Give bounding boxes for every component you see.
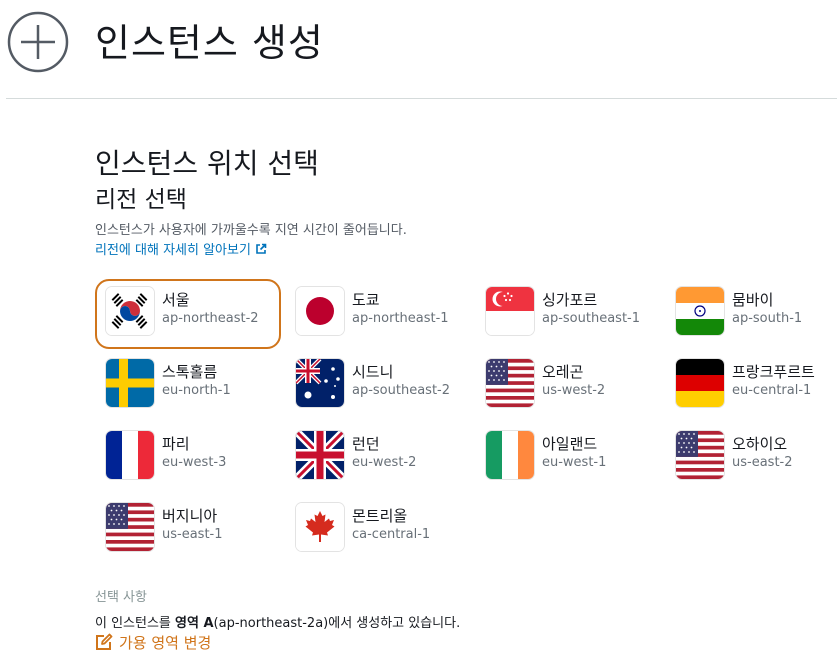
- learn-more-label: 리전에 대해 자세히 알아보기: [95, 243, 251, 258]
- selected-zone: 영역 A: [175, 616, 214, 631]
- region-code: ap-south-1: [732, 311, 803, 326]
- sweden-flag-icon: [106, 359, 154, 407]
- region-frankfurt[interactable]: 프랑크푸르트 eu-central-1: [676, 359, 837, 421]
- selection-suffix: (ap-northeast-2a)에서 생성하고 있습니다.: [213, 616, 461, 631]
- region-code: eu-west-3: [162, 455, 227, 470]
- edit-icon: [96, 633, 113, 650]
- region-montreal[interactable]: 몬트리올 ca-central-1: [296, 503, 481, 565]
- region-code: eu-north-1: [162, 383, 231, 398]
- region-name: 오하이오: [732, 435, 788, 453]
- selection-summary: 이 인스턴스를 영역 A(ap-northeast-2a)에서 생성하고 있습니…: [95, 612, 460, 631]
- region-virginia[interactable]: 버지니아 us-east-1: [106, 503, 291, 565]
- uk-flag-icon: [296, 431, 344, 479]
- ireland-flag-icon: [486, 431, 534, 479]
- korea-flag-icon: [106, 287, 154, 335]
- page-title: 인스턴스 생성: [95, 21, 324, 65]
- region-singapore[interactable]: 싱가포르 ap-southeast-1: [486, 287, 671, 349]
- region-code: ap-northeast-2: [162, 311, 259, 326]
- germany-flag-icon: [676, 359, 724, 407]
- learn-more-link[interactable]: 리전에 대해 자세히 알아보기: [95, 239, 267, 258]
- region-name: 뭄바이: [732, 291, 774, 309]
- region-name: 런던: [352, 435, 380, 453]
- change-availability-zone-link[interactable]: 가용 영역 변경: [95, 632, 211, 653]
- region-code: us-east-2: [732, 455, 793, 470]
- page-header: 인스턴스 생성: [0, 0, 837, 99]
- region-name: 시드니: [352, 363, 394, 381]
- selection-label: 선택 사항: [95, 590, 147, 605]
- usa-flag-icon: [106, 503, 154, 551]
- region-name: 서울: [162, 291, 190, 309]
- region-mumbai[interactable]: 뭄바이 ap-south-1: [676, 287, 837, 349]
- region-ireland[interactable]: 아일랜드 eu-west-1: [486, 431, 671, 493]
- region-code: ap-northeast-1: [352, 311, 449, 326]
- region-description: 인스턴스가 사용자에 가까울수록 지연 시간이 줄어듭니다.: [95, 223, 407, 238]
- region-oregon[interactable]: 오레곤 us-west-2: [486, 359, 671, 421]
- usa-flag-icon: [676, 431, 724, 479]
- japan-flag-icon: [296, 287, 344, 335]
- region-code: ca-central-1: [352, 527, 431, 542]
- region-name: 오레곤: [542, 363, 584, 381]
- region-subtitle: 리전 선택: [95, 187, 187, 213]
- usa-flag-icon: [486, 359, 534, 407]
- region-london[interactable]: 런던 eu-west-2: [296, 431, 481, 493]
- region-name: 도쿄: [352, 291, 380, 309]
- header-divider: [6, 98, 837, 99]
- region-name: 싱가포르: [542, 291, 598, 309]
- region-tokyo[interactable]: 도쿄 ap-northeast-1: [296, 287, 481, 349]
- region-code: eu-west-2: [352, 455, 417, 470]
- region-paris[interactable]: 파리 eu-west-3: [106, 431, 291, 493]
- region-code: us-west-2: [542, 383, 606, 398]
- region-code: us-east-1: [162, 527, 223, 542]
- india-flag-icon: [676, 287, 724, 335]
- region-name: 버지니아: [162, 507, 218, 525]
- section-title: 인스턴스 위치 선택: [95, 147, 319, 180]
- singapore-flag-icon: [486, 287, 534, 335]
- region-code: ap-southeast-1: [542, 311, 641, 326]
- region-seoul[interactable]: 서울 ap-northeast-2: [95, 279, 291, 349]
- region-ohio[interactable]: 오하이오 us-east-2: [676, 431, 837, 493]
- selection-prefix: 이 인스턴스를: [95, 616, 176, 631]
- region-name: 파리: [162, 435, 190, 453]
- region-name: 아일랜드: [542, 435, 598, 453]
- region-sydney[interactable]: 시드니 ap-southeast-2: [296, 359, 481, 421]
- region-name: 몬트리올: [352, 507, 408, 525]
- region-name: 스톡홀름: [162, 363, 218, 381]
- region-name: 프랑크푸르트: [732, 363, 815, 381]
- region-code: eu-central-1: [732, 383, 812, 398]
- plus-circle-icon: [7, 11, 69, 73]
- region-code: eu-west-1: [542, 455, 607, 470]
- region-code: ap-southeast-2: [352, 383, 451, 398]
- canada-flag-icon: [296, 503, 344, 551]
- region-stockholm[interactable]: 스톡홀름 eu-north-1: [106, 359, 291, 421]
- change-link-label: 가용 영역 변경: [119, 634, 212, 652]
- external-link-icon: [256, 243, 267, 254]
- australia-flag-icon: [296, 359, 344, 407]
- france-flag-icon: [106, 431, 154, 479]
